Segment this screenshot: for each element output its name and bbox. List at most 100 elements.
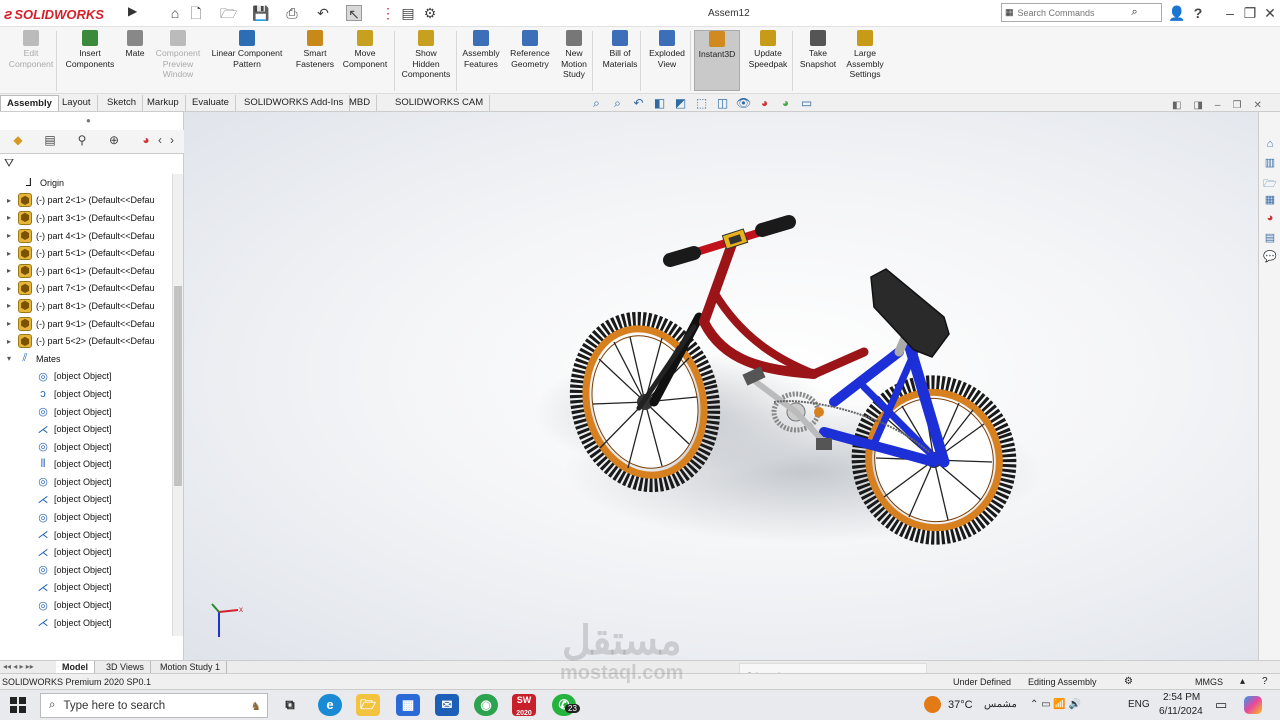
expand-arrow-icon[interactable]: ▸ [4, 301, 14, 310]
expand-arrow-icon[interactable]: ▸ [4, 284, 14, 293]
bicycle-model[interactable]: x [184, 112, 1258, 660]
reference-geometry-button[interactable]: Reference Geometry [506, 30, 554, 92]
tree-item-mate[interactable]: ⋌ [object Object] [0, 526, 172, 544]
mate-button[interactable]: Mate [122, 30, 148, 92]
tree-item-part[interactable]: ▸ ⬢ (-) part 5<1> (Default<<Defau [0, 244, 172, 262]
zoom-to-fit-icon[interactable]: ⌕ [589, 96, 604, 111]
previous-view-icon[interactable]: ↶ [631, 96, 646, 111]
tree-item-mate[interactable]: ◎ [object Object] [0, 508, 172, 526]
tree-item-mate[interactable]: ◎ [object Object] [0, 473, 172, 491]
tree-item-mate[interactable]: ⋌ [object Object] [0, 491, 172, 509]
select-arrow-icon[interactable]: ↖ [346, 5, 362, 22]
tree-item-part[interactable]: ▸ ⬢ (-) part 8<1> (Default<<Defau [0, 297, 172, 315]
frame-front-red[interactable] [699, 239, 869, 379]
status-help-icon[interactable]: ? [1262, 676, 1268, 687]
view-palette-icon[interactable]: ▦ [1262, 193, 1278, 207]
pane-scroll-right-icon[interactable]: › [166, 133, 178, 151]
save-icon[interactable]: 💾 [252, 5, 269, 21]
resources-icon[interactable]: ⌂ [1262, 138, 1278, 152]
tab-solidworks-cam[interactable]: SOLIDWORKS CAM [389, 95, 491, 111]
appearances-icon[interactable]: ◕ [1262, 212, 1278, 226]
expand-arrow-icon[interactable]: ▸ [4, 249, 14, 258]
weather-temp[interactable]: 37°C [948, 699, 973, 711]
tab-assembly[interactable]: Assembly [0, 95, 59, 111]
solidworks-taskbar-icon[interactable]: SW 2020 [512, 694, 536, 717]
feature-manager-icon[interactable]: ◆ [6, 133, 30, 151]
new-motion-study-button[interactable]: New Motion Study [556, 30, 592, 92]
large-assembly-settings-button[interactable]: Large Assembly Settings [844, 30, 886, 92]
edge-icon[interactable]: e [318, 694, 342, 716]
tree-item-part[interactable]: ▸ ⬢ (-) part 4<1> (Default<<Defau [0, 227, 172, 245]
tab-markup[interactable]: Markup [141, 95, 186, 111]
viewport-restore-icon[interactable]: ❐ [1232, 100, 1241, 111]
view-settings-icon[interactable]: ▭ [799, 96, 814, 111]
assembly-features-button[interactable]: Assembly Features [460, 30, 502, 92]
menu-expand-arrow[interactable]: ▶ [128, 4, 140, 22]
undo-icon[interactable]: ↶ [315, 5, 331, 21]
file-explorer-icon[interactable]: 🗁 [1262, 175, 1278, 190]
saddle[interactable] [870, 268, 950, 358]
bill-of-materials-button[interactable]: Bill of Materials [598, 30, 642, 92]
weather-condition[interactable]: مشمس [984, 699, 1017, 710]
configuration-manager-icon[interactable]: ⚲ [70, 133, 94, 151]
dynamic-annotation-icon[interactable]: ◩ [673, 96, 688, 111]
tree-item-part[interactable]: ▸ ⬢ (-) part 5<2> (Default<<Defau [0, 332, 172, 350]
tree-item-mate[interactable]: ⋌ [object Object] [0, 543, 172, 561]
restore-icon[interactable]: ❐ [1242, 5, 1258, 21]
smart-fasteners-button[interactable]: Smart Fasteners [296, 30, 334, 92]
search-commands-box[interactable]: ▦ ⌕ [1001, 3, 1162, 22]
tree-item-mate[interactable]: ⫴ [object Object] [0, 456, 172, 474]
tree-item-mate[interactable]: ◎ [object Object] [0, 561, 172, 579]
close-icon[interactable]: ✕ [1262, 5, 1278, 21]
filter-icon[interactable]: ⛛ [4, 156, 14, 171]
take-snapshot-button[interactable]: Take Snapshot [796, 30, 840, 92]
expand-arrow-icon[interactable]: ▾ [4, 354, 14, 363]
tree-vertical-scrollbar[interactable] [172, 174, 183, 636]
tree-item-mate[interactable]: ⋌ [object Object] [0, 420, 172, 438]
linear-component-pattern-button[interactable]: Linear Component Pattern [206, 30, 288, 92]
section-view-icon[interactable]: ◧ [652, 96, 667, 111]
expand-arrow-icon[interactable]: ▸ [4, 337, 14, 346]
graphics-area[interactable]: ⌕ ⌕ ↶ ◧ ◩ ⬚ ◫ 👁 ◕ ◕ ▭ ◧ ◨ – ❐ ✕ x [184, 96, 1262, 660]
tree-item-part[interactable]: ▸ ⬢ (-) part 9<1> (Default<<Defau [0, 315, 172, 333]
show-hidden-components-button[interactable]: Show Hidden Components [396, 30, 456, 92]
file-explorer-taskbar-icon[interactable]: 🗁 [356, 694, 380, 716]
expand-arrow-icon[interactable]: ▸ [4, 213, 14, 222]
tab-evaluate[interactable]: Evaluate [186, 95, 236, 111]
forum-icon[interactable]: 💬 [1262, 250, 1278, 264]
tree-item-part[interactable]: ▸ ⬢ (-) part 6<1> (Default<<Defau [0, 262, 172, 280]
tree-item-part[interactable]: ▸ ⬢ (-) part 7<1> (Default<<Defau [0, 280, 172, 298]
scrollbar-thumb[interactable] [174, 286, 182, 486]
edit-appearance-icon[interactable]: ◕ [757, 96, 772, 111]
microsoft-store-icon[interactable]: ▦ [396, 694, 420, 716]
solidworks-logo[interactable]: ƨ SOLIDWORKS [4, 4, 104, 24]
user-icon[interactable]: 👤 [1168, 5, 1185, 21]
tree-item-mate[interactable]: ◎ [object Object] [0, 438, 172, 456]
mail-icon[interactable]: ✉ [435, 694, 459, 716]
system-tray-icons[interactable]: ⌃ ▭ 📶 🔊 [1030, 699, 1081, 710]
design-library-icon[interactable]: ▥ [1262, 156, 1278, 170]
viewport-close-icon[interactable]: ✕ [1253, 100, 1261, 111]
print-icon[interactable]: ⎙ [284, 5, 300, 21]
tab-sketch[interactable]: Sketch [101, 95, 144, 111]
expand-arrow-icon[interactable]: ▸ [4, 266, 14, 275]
rebuild-icon[interactable]: ⚙ [1124, 676, 1133, 687]
clock-time[interactable]: 2:54 PM [1163, 692, 1200, 703]
traffic-light-icon[interactable]: ⋮ [380, 5, 396, 21]
home-icon[interactable]: ⌂ [167, 5, 183, 21]
options-gear-icon[interactable]: ⚙ [422, 5, 438, 21]
input-language[interactable]: ENG [1128, 699, 1150, 710]
tree-item-mate[interactable]: ◎ [object Object] [0, 596, 172, 614]
tree-item-part[interactable]: ▸ ⬢ (-) part 3<1> (Default<<Defau [0, 209, 172, 227]
weather-icon[interactable] [924, 696, 941, 713]
tab-solidworks-add-ins[interactable]: SOLIDWORKS Add-Ins [238, 95, 351, 111]
search-icon[interactable]: ⌕ [1132, 6, 1138, 19]
expand-arrow-icon[interactable]: ▸ [4, 231, 14, 240]
minimize-icon[interactable]: – [1222, 5, 1238, 21]
search-commands-input[interactable] [1017, 7, 1128, 18]
viewport-minimize-icon[interactable]: – [1215, 100, 1221, 111]
expand-arrow-icon[interactable]: ▸ [4, 196, 14, 205]
edit-component-button[interactable]: Edit Component [6, 30, 56, 92]
tab-mbd[interactable]: MBD [343, 95, 378, 111]
tree-item-mates[interactable]: ▾ ⫽ Mates [0, 350, 172, 368]
